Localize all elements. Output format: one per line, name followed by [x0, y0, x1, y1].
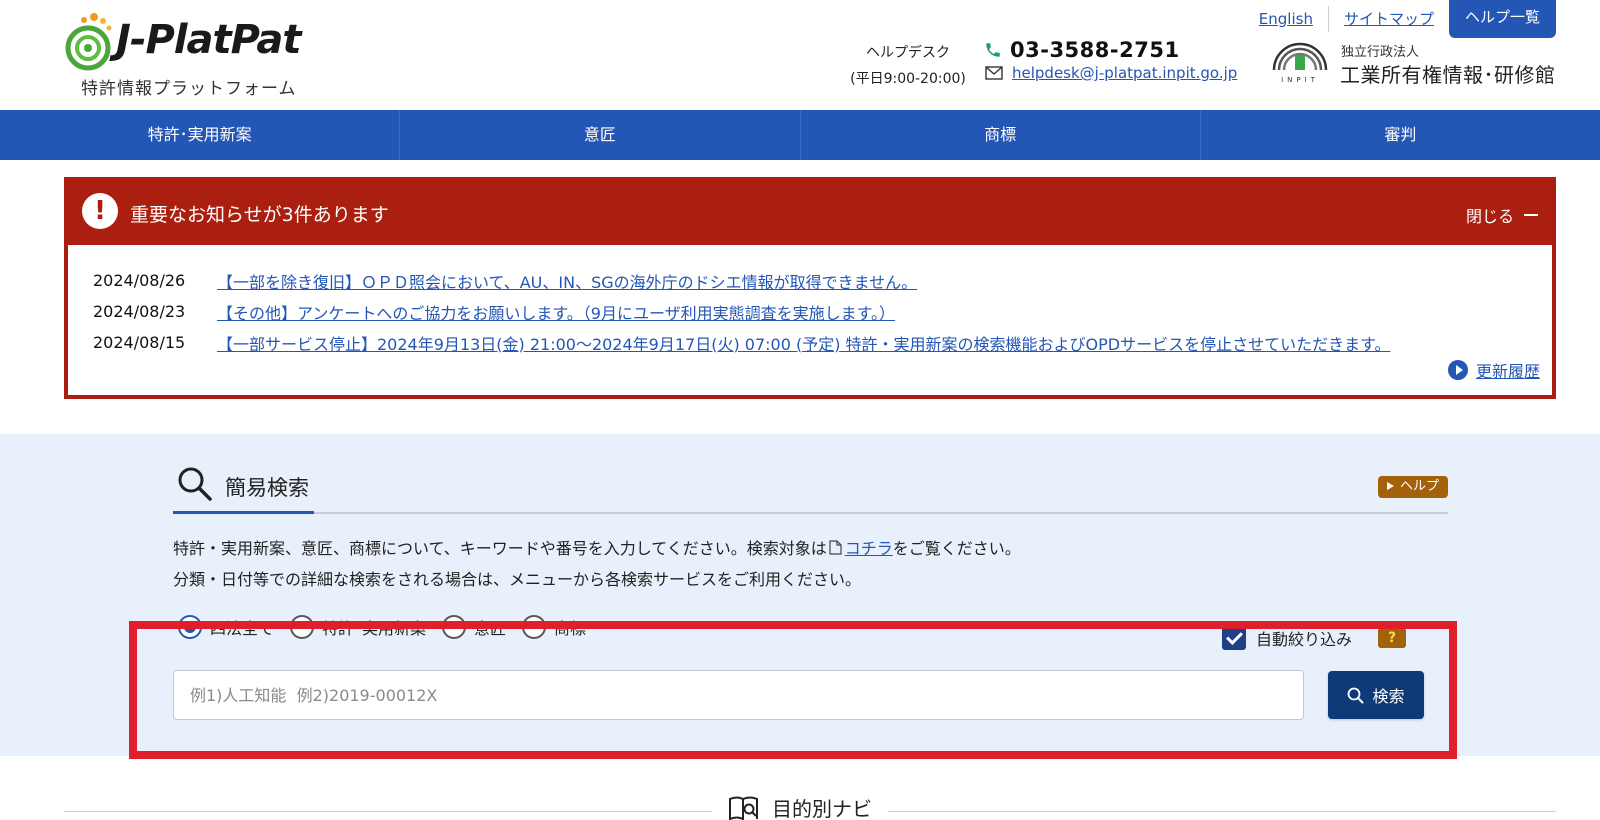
notice-link[interactable]: 【一部サービス停止】2024年9月13日(金) 21:00～2024年9月17日…: [217, 331, 1391, 355]
notice-link[interactable]: 【その他】アンケートへのご協力をお願いします。（9月にユーザ利用実態調査を実施し…: [217, 300, 895, 324]
search-help-button[interactable]: ヘルプ: [1377, 476, 1448, 498]
search-description: 特許・実用新案、意匠、商標について、キーワードや番号を入力してください。検索対象…: [173, 533, 1021, 595]
radio-label: 特許･実用新案: [322, 619, 427, 638]
logo-subtitle: 特許情報プラットフォーム: [81, 79, 297, 99]
description-text: 特許・実用新案、意匠、商標について、キーワードや番号を入力してください。検索対象…: [173, 539, 827, 558]
search-icon: [1348, 687, 1364, 703]
helpdesk-hours: (平日9:00-20:00): [850, 71, 966, 87]
radio-design[interactable]: 意匠: [442, 615, 506, 639]
inpit-org-type: 独立行政法人: [1341, 45, 1420, 60]
description-text: をご覧ください。: [892, 539, 1021, 558]
helpdesk-mail: helpdesk@j-platpat.inpit.go.jp: [985, 64, 1237, 82]
nav-item-appeal[interactable]: 審判: [1201, 110, 1600, 160]
auto-narrow-checkbox[interactable]: [1222, 626, 1246, 650]
helpdesk-phone: 03-3588-2751: [984, 38, 1180, 62]
mail-icon: [985, 66, 1003, 80]
notice-date: 2024/08/15: [93, 333, 186, 352]
search-button[interactable]: 検索: [1328, 671, 1424, 719]
book-search-icon: [729, 796, 758, 820]
phone-number: 03-3588-2751: [1010, 38, 1180, 62]
update-history-link[interactable]: 更新履歴: [1476, 358, 1540, 382]
search-input[interactable]: [173, 670, 1304, 720]
purpose-navi-heading: 目的別ナビ: [712, 793, 888, 820]
description-line-1: 特許・実用新案、意匠、商標について、キーワードや番号を入力してください。検索対象…: [173, 533, 1021, 564]
helpdesk-label: ヘルプデスク: [866, 45, 950, 61]
jplatpat-logo[interactable]: J-PlatPat 特許情報プラットフォーム: [64, 12, 314, 102]
navi-title: 目的別ナビ: [772, 797, 872, 820]
collapse-icon: [1524, 214, 1538, 216]
phone-icon: [986, 43, 1000, 57]
notice-close-label: 閉じる: [1465, 207, 1514, 226]
site-header: J-PlatPat 特許情報プラットフォーム English サイトマップ ヘル…: [0, 0, 1600, 110]
helpdesk-email-link[interactable]: helpdesk@j-platpat.inpit.go.jp: [1012, 64, 1237, 82]
inpit-logo[interactable]: INPIT 独立行政法人 工業所有権情報･研修館: [1270, 38, 1560, 88]
description-line-2: 分類・日付等での詳細な検索をされる場合は、メニューから各検索サービスをご利用くだ…: [173, 570, 862, 589]
search-target-link[interactable]: コチラ: [845, 539, 893, 558]
inpit-mark-text: INPIT: [1281, 76, 1319, 84]
radio-button[interactable]: [290, 615, 315, 639]
radio-label: 商標: [554, 619, 587, 638]
inpit-org-name: 工業所有権情報･研修館: [1340, 63, 1556, 87]
radio-trademark[interactable]: 商標: [522, 615, 586, 639]
notice-close-button[interactable]: 閉じる: [1466, 203, 1538, 227]
document-icon: [829, 540, 842, 555]
help-label: ヘルプ: [1399, 479, 1439, 494]
notice-item: 2024/08/26 【一部を除き復旧】ＯＰＤ照会において、AU、IN、SGの海…: [93, 265, 1391, 296]
play-icon: [1386, 482, 1394, 490]
notice-title: 重要なお知らせが3件あります: [130, 204, 389, 226]
search-icon: [178, 467, 212, 501]
update-history[interactable]: 更新履歴: [1447, 358, 1540, 382]
nav-item-patent[interactable]: 特許･実用新案: [0, 110, 401, 160]
nav-item-design[interactable]: 意匠: [400, 110, 801, 160]
radio-all[interactable]: 四法全て: [178, 615, 274, 639]
search-scope-radios: 四法全て 特許･実用新案 意匠 商標: [178, 615, 602, 639]
nav-item-trademark[interactable]: 商標: [801, 110, 1201, 160]
search-heading: 簡易検索 ヘルプ: [173, 464, 1448, 514]
heading-accent-bar: [173, 511, 314, 514]
notice-date: 2024/08/23: [93, 302, 186, 321]
play-circle-icon: [1447, 360, 1468, 380]
search-title: 簡易検索: [225, 476, 309, 500]
alert-icon: !: [82, 193, 118, 229]
radio-patent[interactable]: 特許･実用新案: [290, 615, 426, 639]
simple-search-section: 簡易検索 ヘルプ 特許・実用新案、意匠、商標について、キーワードや番号を入力して…: [0, 434, 1600, 756]
auto-narrow-help-icon[interactable]: ?: [1378, 628, 1407, 648]
notice-link[interactable]: 【一部を除き復旧】ＯＰＤ照会において、AU、IN、SGの海外庁のドシエ情報が取得…: [217, 269, 917, 293]
search-button-label: 検索: [1372, 687, 1405, 706]
radio-button[interactable]: [522, 615, 547, 639]
helpdesk-info: ヘルプデスク (平日9:00-20:00): [848, 40, 968, 92]
jplatpat-logo-mark-icon: [65, 13, 112, 71]
top-links: English サイトマップ ヘルプ一覧: [1244, 0, 1556, 38]
notice-item: 2024/08/23 【その他】アンケートへのご協力をお願いします。（9月にユー…: [93, 296, 1391, 327]
notice-header: ! 重要なお知らせが3件あります 閉じる: [68, 181, 1552, 245]
auto-narrow-option: 自動絞り込み ?: [1222, 626, 1407, 650]
help-list-button[interactable]: ヘルプ一覧: [1448, 0, 1556, 38]
auto-narrow-label: 自動絞り込み: [1256, 630, 1353, 649]
notice-list: 2024/08/26 【一部を除き復旧】ＯＰＤ照会において、AU、IN、SGの海…: [93, 265, 1391, 358]
english-link[interactable]: English: [1244, 4, 1328, 34]
radio-button[interactable]: [178, 615, 202, 639]
sitemap-link[interactable]: サイトマップ: [1329, 4, 1449, 34]
radio-button[interactable]: [442, 615, 467, 639]
inpit-logo-mark-icon: INPIT: [1272, 42, 1328, 84]
radio-label: 四法全て: [210, 619, 275, 638]
main-nav: 特許･実用新案 意匠 商標 審判: [0, 110, 1600, 160]
radio-label: 意匠: [474, 619, 507, 638]
logo-wordmark: J-PlatPat: [116, 17, 301, 63]
notice-date: 2024/08/26: [93, 271, 186, 290]
important-notice-panel: ! 重要なお知らせが3件あります 閉じる 2024/08/26 【一部を除き復旧…: [64, 177, 1556, 399]
notice-item: 2024/08/15 【一部サービス停止】2024年9月13日(金) 21:00…: [93, 327, 1391, 358]
